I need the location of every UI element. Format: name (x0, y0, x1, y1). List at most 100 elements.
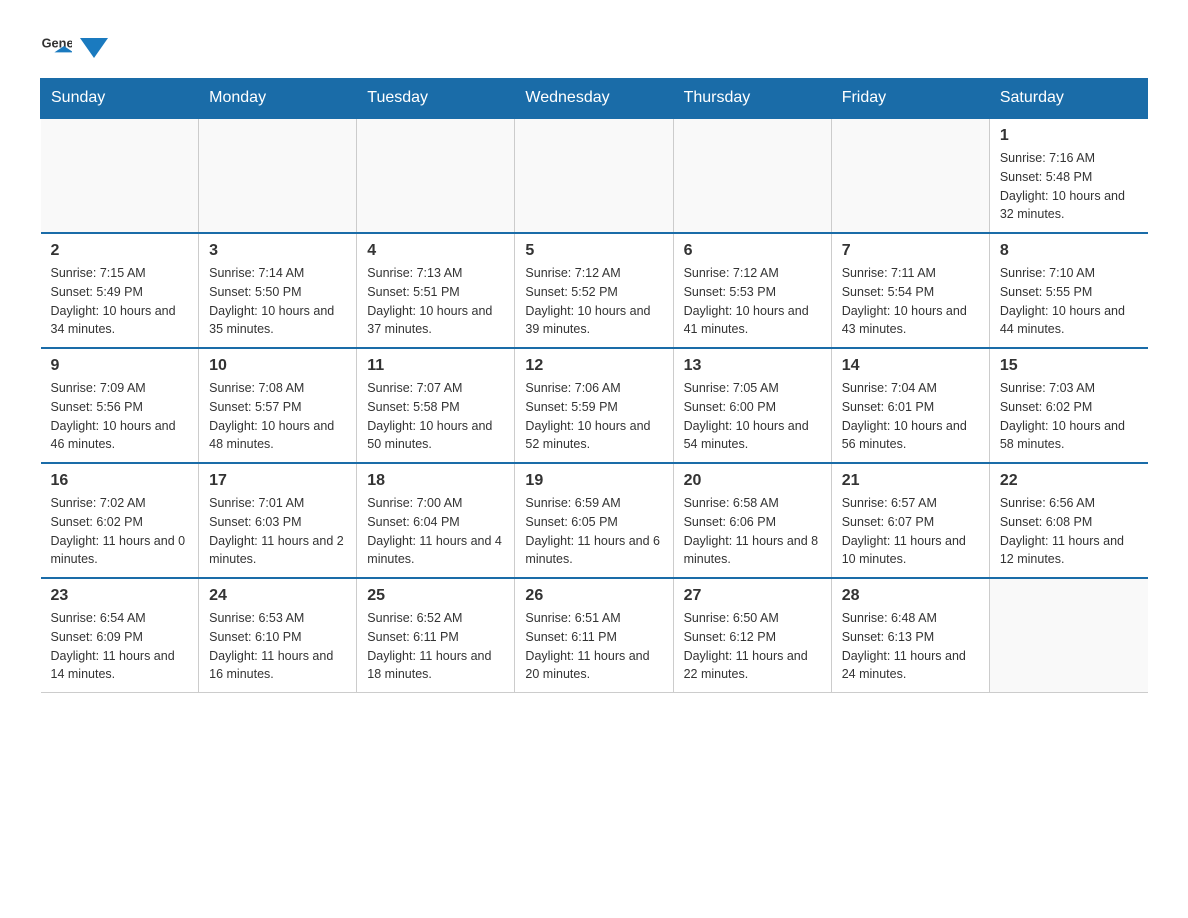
day-info: Sunrise: 7:06 AMSunset: 5:59 PMDaylight:… (525, 379, 662, 454)
calendar-day-cell: 17 Sunrise: 7:01 AMSunset: 6:03 PMDayligh… (199, 463, 357, 578)
calendar-day-cell: 8 Sunrise: 7:10 AMSunset: 5:55 PMDaylight… (989, 233, 1147, 348)
calendar-day-cell (673, 118, 831, 233)
day-info: Sunrise: 6:52 AMSunset: 6:11 PMDaylight:… (367, 609, 504, 684)
day-number: 8 (1000, 242, 1138, 260)
calendar-week-row: 16Sunrise: 7:02 AMSunset: 6:02 PMDayligh… (41, 463, 1148, 578)
calendar-day-cell: 12 Sunrise: 7:06 AMSunset: 5:59 PMDayligh… (515, 348, 673, 463)
logo-triangle-icon (80, 38, 108, 58)
day-number: 22 (1000, 472, 1138, 490)
day-number: 23 (51, 587, 189, 605)
calendar-day-cell: 3 Sunrise: 7:14 AMSunset: 5:50 PMDaylight… (199, 233, 357, 348)
calendar-day-cell: 24 Sunrise: 6:53 AMSunset: 6:10 PMDayligh… (199, 578, 357, 693)
calendar-day-cell: 16Sunrise: 7:02 AMSunset: 6:02 PMDayligh… (41, 463, 199, 578)
day-info: Sunrise: 6:48 AMSunset: 6:13 PMDaylight:… (842, 609, 979, 684)
day-info: Sunrise: 6:50 AMSunset: 6:12 PMDaylight:… (684, 609, 821, 684)
day-of-week-header: Tuesday (357, 79, 515, 119)
day-info: Sunrise: 7:02 AMSunset: 6:02 PMDaylight:… (51, 494, 189, 569)
day-number: 5 (525, 242, 662, 260)
calendar-table: SundayMondayTuesdayWednesdayThursdayFrid… (40, 78, 1148, 693)
calendar-day-cell: 23 Sunrise: 6:54 AMSunset: 6:09 PMDayligh… (41, 578, 199, 693)
day-info: Sunrise: 6:57 AMSunset: 6:07 PMDaylight:… (842, 494, 979, 569)
header-row: SundayMondayTuesdayWednesdayThursdayFrid… (41, 79, 1148, 119)
day-number: 26 (525, 587, 662, 605)
day-number: 11 (367, 357, 504, 375)
logo-icon: General (40, 30, 72, 62)
day-number: 1 (1000, 127, 1138, 145)
calendar-day-cell (831, 118, 989, 233)
calendar-header: SundayMondayTuesdayWednesdayThursdayFrid… (41, 79, 1148, 119)
day-number: 17 (209, 472, 346, 490)
day-info: Sunrise: 6:59 AMSunset: 6:05 PMDaylight:… (525, 494, 662, 569)
day-number: 28 (842, 587, 979, 605)
day-number: 18 (367, 472, 504, 490)
day-number: 27 (684, 587, 821, 605)
page-header: General (40, 30, 1148, 62)
calendar-day-cell: 2Sunrise: 7:15 AMSunset: 5:49 PMDaylight… (41, 233, 199, 348)
day-number: 6 (684, 242, 821, 260)
day-info: Sunrise: 7:13 AMSunset: 5:51 PMDaylight:… (367, 264, 504, 339)
day-number: 7 (842, 242, 979, 260)
day-info: Sunrise: 7:03 AMSunset: 6:02 PMDaylight:… (1000, 379, 1138, 454)
day-of-week-header: Friday (831, 79, 989, 119)
calendar-day-cell: 26 Sunrise: 6:51 AMSunset: 6:11 PMDayligh… (515, 578, 673, 693)
calendar-week-row: 9 Sunrise: 7:09 AMSunset: 5:56 PMDaylight… (41, 348, 1148, 463)
calendar-day-cell: 1 Sunrise: 7:16 AMSunset: 5:48 PMDaylight… (989, 118, 1147, 233)
day-info: Sunrise: 7:12 AMSunset: 5:53 PMDaylight:… (684, 264, 821, 339)
calendar-day-cell: 9 Sunrise: 7:09 AMSunset: 5:56 PMDaylight… (41, 348, 199, 463)
day-number: 9 (51, 357, 189, 375)
calendar-week-row: 1 Sunrise: 7:16 AMSunset: 5:48 PMDaylight… (41, 118, 1148, 233)
calendar-day-cell: 27 Sunrise: 6:50 AMSunset: 6:12 PMDayligh… (673, 578, 831, 693)
day-of-week-header: Thursday (673, 79, 831, 119)
day-info: Sunrise: 7:14 AMSunset: 5:50 PMDaylight:… (209, 264, 346, 339)
day-of-week-header: Wednesday (515, 79, 673, 119)
day-info: Sunrise: 7:07 AMSunset: 5:58 PMDaylight:… (367, 379, 504, 454)
calendar-day-cell: 20 Sunrise: 6:58 AMSunset: 6:06 PMDayligh… (673, 463, 831, 578)
day-info: Sunrise: 7:00 AMSunset: 6:04 PMDaylight:… (367, 494, 504, 569)
day-of-week-header: Sunday (41, 79, 199, 119)
calendar-day-cell: 13 Sunrise: 7:05 AMSunset: 6:00 PMDayligh… (673, 348, 831, 463)
day-number: 13 (684, 357, 821, 375)
day-info: Sunrise: 7:15 AMSunset: 5:49 PMDaylight:… (51, 264, 189, 339)
day-info: Sunrise: 6:54 AMSunset: 6:09 PMDaylight:… (51, 609, 189, 684)
calendar-day-cell: 25 Sunrise: 6:52 AMSunset: 6:11 PMDayligh… (357, 578, 515, 693)
day-info: Sunrise: 7:16 AMSunset: 5:48 PMDaylight:… (1000, 149, 1138, 224)
day-info: Sunrise: 6:53 AMSunset: 6:10 PMDaylight:… (209, 609, 346, 684)
day-number: 25 (367, 587, 504, 605)
day-info: Sunrise: 7:09 AMSunset: 5:56 PMDaylight:… (51, 379, 189, 454)
day-info: Sunrise: 7:10 AMSunset: 5:55 PMDaylight:… (1000, 264, 1138, 339)
day-info: Sunrise: 7:05 AMSunset: 6:00 PMDaylight:… (684, 379, 821, 454)
day-info: Sunrise: 6:51 AMSunset: 6:11 PMDaylight:… (525, 609, 662, 684)
day-number: 3 (209, 242, 346, 260)
calendar-day-cell: 18 Sunrise: 7:00 AMSunset: 6:04 PMDayligh… (357, 463, 515, 578)
day-number: 12 (525, 357, 662, 375)
calendar-day-cell: 5 Sunrise: 7:12 AMSunset: 5:52 PMDaylight… (515, 233, 673, 348)
calendar-day-cell: 19Sunrise: 6:59 AMSunset: 6:05 PMDayligh… (515, 463, 673, 578)
day-info: Sunrise: 6:58 AMSunset: 6:06 PMDaylight:… (684, 494, 821, 569)
calendar-day-cell: 21Sunrise: 6:57 AMSunset: 6:07 PMDayligh… (831, 463, 989, 578)
calendar-day-cell: 28 Sunrise: 6:48 AMSunset: 6:13 PMDayligh… (831, 578, 989, 693)
calendar-day-cell: 10Sunrise: 7:08 AMSunset: 5:57 PMDayligh… (199, 348, 357, 463)
calendar-day-cell: 22 Sunrise: 6:56 AMSunset: 6:08 PMDayligh… (989, 463, 1147, 578)
day-of-week-header: Saturday (989, 79, 1147, 119)
day-info: Sunrise: 6:56 AMSunset: 6:08 PMDaylight:… (1000, 494, 1138, 569)
day-of-week-header: Monday (199, 79, 357, 119)
calendar-week-row: 2Sunrise: 7:15 AMSunset: 5:49 PMDaylight… (41, 233, 1148, 348)
calendar-day-cell (41, 118, 199, 233)
day-number: 24 (209, 587, 346, 605)
day-info: Sunrise: 7:04 AMSunset: 6:01 PMDaylight:… (842, 379, 979, 454)
day-info: Sunrise: 7:12 AMSunset: 5:52 PMDaylight:… (525, 264, 662, 339)
day-info: Sunrise: 7:08 AMSunset: 5:57 PMDaylight:… (209, 379, 346, 454)
day-info: Sunrise: 7:01 AMSunset: 6:03 PMDaylight:… (209, 494, 346, 569)
calendar-day-cell: 14 Sunrise: 7:04 AMSunset: 6:01 PMDayligh… (831, 348, 989, 463)
calendar-day-cell: 11 Sunrise: 7:07 AMSunset: 5:58 PMDayligh… (357, 348, 515, 463)
day-number: 15 (1000, 357, 1138, 375)
day-number: 20 (684, 472, 821, 490)
day-number: 14 (842, 357, 979, 375)
calendar-day-cell: 7 Sunrise: 7:11 AMSunset: 5:54 PMDaylight… (831, 233, 989, 348)
calendar-day-cell (357, 118, 515, 233)
day-info: Sunrise: 7:11 AMSunset: 5:54 PMDaylight:… (842, 264, 979, 339)
calendar-day-cell: 15 Sunrise: 7:03 AMSunset: 6:02 PMDayligh… (989, 348, 1147, 463)
calendar-day-cell (199, 118, 357, 233)
calendar-day-cell (989, 578, 1147, 693)
calendar-day-cell: 4Sunrise: 7:13 AMSunset: 5:51 PMDaylight… (357, 233, 515, 348)
